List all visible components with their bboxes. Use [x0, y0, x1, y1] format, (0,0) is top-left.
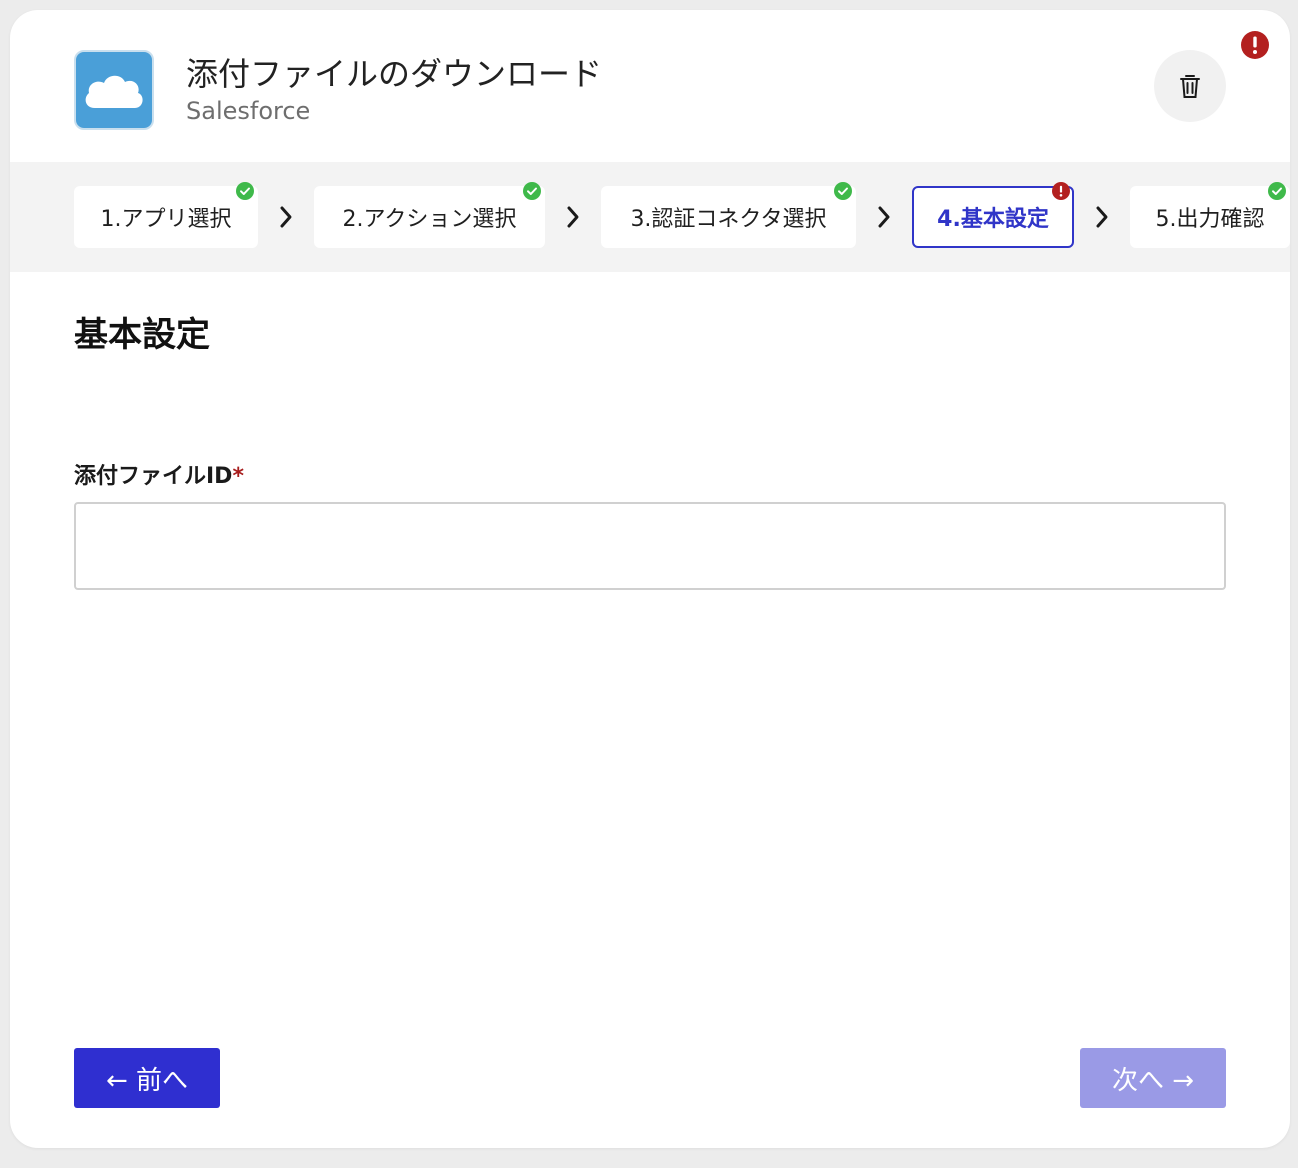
- app-name: Salesforce: [186, 97, 311, 125]
- cloud-icon: [85, 75, 143, 108]
- header: 添付ファイルのダウンロード Salesforce: [10, 10, 1290, 162]
- check-icon: [523, 182, 541, 200]
- step-editor-card: 添付ファイルのダウンロード Salesforce 1.アプリ選択 2.アクション…: [10, 10, 1290, 1148]
- chevron-right-icon: [567, 206, 579, 228]
- attachment-id-input[interactable]: [74, 502, 1226, 590]
- step-output-confirm[interactable]: 5.出力確認: [1130, 182, 1290, 248]
- step-label: 2.アクション選択: [342, 207, 517, 232]
- stepper: 1.アプリ選択 2.アクション選択 3.認証コネクタ選択 4.基本設定 5.出力…: [10, 162, 1290, 272]
- attachment-id-label: 添付ファイルID*: [74, 462, 244, 492]
- step-app-select[interactable]: 1.アプリ選択: [74, 182, 258, 248]
- check-icon: [236, 182, 254, 200]
- chevron-right-icon: [1096, 206, 1108, 228]
- step-label: 5.出力確認: [1155, 207, 1265, 232]
- step-label: 4.基本設定: [937, 207, 1049, 232]
- delete-button[interactable]: [1154, 50, 1226, 122]
- step-label: 3.認証コネクタ選択: [630, 207, 827, 232]
- chevron-right-icon: [878, 206, 890, 228]
- check-icon: [834, 182, 852, 200]
- required-mark: *: [232, 464, 244, 489]
- chevron-right-icon: [280, 206, 292, 228]
- exclamation-icon: [1241, 31, 1269, 59]
- step-basic-settings[interactable]: 4.基本設定: [912, 182, 1074, 248]
- step-connector-select[interactable]: 3.認証コネクタ選択: [601, 182, 856, 248]
- step-action-select[interactable]: 2.アクション選択: [314, 182, 545, 248]
- trash-icon: [1180, 75, 1200, 98]
- step-label: 1.アプリ選択: [100, 207, 232, 232]
- field-label-text: 添付ファイルID: [74, 464, 233, 489]
- check-icon: [1268, 182, 1286, 200]
- app-logo: [74, 50, 154, 130]
- page-title: 添付ファイルのダウンロード: [186, 55, 603, 93]
- section-title: 基本設定: [74, 315, 210, 355]
- exclamation-icon: [1052, 182, 1070, 200]
- next-button[interactable]: 次へ →: [1080, 1048, 1226, 1108]
- prev-button[interactable]: ← 前へ: [74, 1048, 220, 1108]
